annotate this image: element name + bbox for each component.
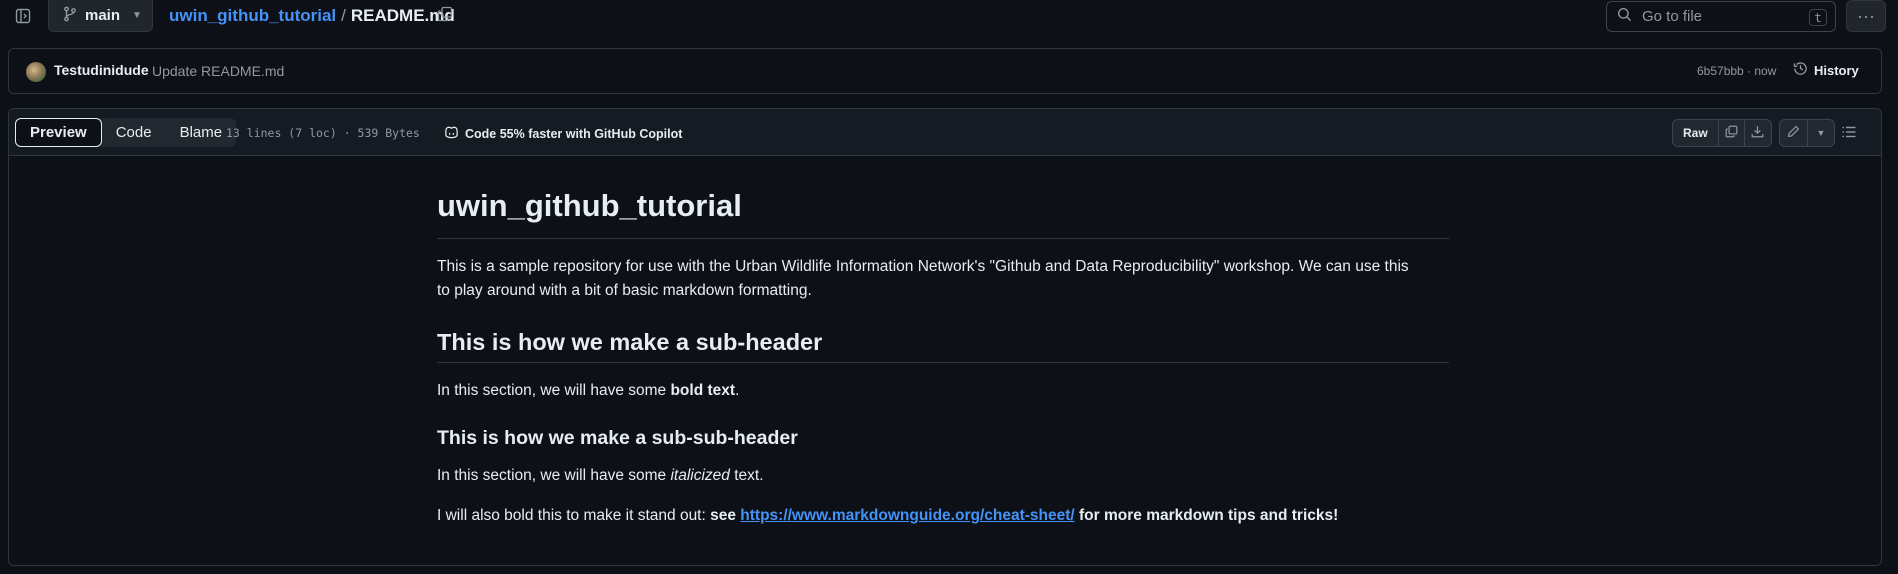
section-2-prefix: In this section, we will have some bbox=[437, 467, 671, 484]
readme-title: uwin_github_tutorial bbox=[437, 188, 1449, 239]
breadcrumb-separator: / bbox=[341, 6, 346, 25]
readme-intro: This is a sample repository for use with… bbox=[437, 255, 1449, 303]
readme-section-1: In this section, we will have some bold … bbox=[437, 379, 1449, 403]
tab-code[interactable]: Code bbox=[102, 118, 166, 147]
kebab-horizontal-icon: ··· bbox=[1857, 5, 1875, 26]
edit-file-button[interactable] bbox=[1780, 120, 1808, 146]
section-1-prefix: In this section, we will have some bbox=[437, 382, 671, 399]
edit-options-dropdown[interactable]: ▼ bbox=[1808, 120, 1834, 146]
readme-final-line: I will also bold this to make it stand o… bbox=[437, 504, 1449, 528]
copilot-label: Code 55% faster with GitHub Copilot bbox=[465, 126, 683, 141]
history-label: History bbox=[1814, 62, 1859, 78]
readme-subheader: This is how we make a sub-header bbox=[437, 329, 1449, 363]
commit-message-link[interactable]: Update README.md bbox=[152, 63, 284, 79]
outline-list-icon[interactable] bbox=[1841, 124, 1859, 142]
intro-line-1: This is a sample repository for use with… bbox=[437, 258, 1409, 275]
file-size-info: 13 lines (7 loc) · 539 Bytes bbox=[226, 126, 420, 140]
section-1-suffix: . bbox=[735, 382, 740, 399]
breadcrumb: uwin_github_tutorial / README.md bbox=[169, 6, 455, 26]
markdown-guide-link[interactable]: https://www.markdownguide.org/cheat-shee… bbox=[740, 507, 1074, 524]
go-to-file-input[interactable]: Go to file t bbox=[1606, 1, 1836, 32]
edit-actions-group: ▼ bbox=[1779, 119, 1835, 147]
git-branch-icon bbox=[63, 6, 77, 26]
tab-preview[interactable]: Preview bbox=[15, 118, 102, 147]
readme-subsubheader: This is how we make a sub-sub-header bbox=[437, 427, 798, 449]
go-to-file-placeholder: Go to file bbox=[1642, 8, 1703, 25]
top-bar: main ▼ uwin_github_tutorial / README.md … bbox=[0, 0, 1898, 34]
copy-raw-button[interactable] bbox=[1719, 120, 1745, 146]
raw-actions-group: Raw bbox=[1672, 119, 1772, 147]
branch-name: main bbox=[85, 7, 121, 24]
caret-down-icon: ▼ bbox=[132, 10, 142, 21]
branch-selector-button[interactable]: main ▼ bbox=[48, 0, 153, 32]
copilot-promo-link[interactable]: Code 55% faster with GitHub Copilot bbox=[444, 125, 682, 142]
commit-author-link[interactable]: Testudinidude bbox=[54, 62, 149, 78]
latest-commit-bar: Testudinidude Update README.md 6b57bbb ·… bbox=[8, 48, 1882, 94]
raw-button[interactable]: Raw bbox=[1673, 120, 1719, 146]
view-mode-switcher: Preview Code Blame bbox=[15, 118, 237, 147]
history-icon bbox=[1793, 61, 1808, 79]
search-icon bbox=[1617, 7, 1632, 26]
section-2-suffix: text. bbox=[729, 467, 764, 484]
readme-content: uwin_github_tutorial This is a sample re… bbox=[437, 188, 1449, 528]
copy-path-icon[interactable] bbox=[437, 6, 455, 24]
copy-icon bbox=[1725, 125, 1738, 141]
breadcrumb-repo-link[interactable]: uwin_github_tutorial bbox=[169, 6, 336, 26]
download-icon bbox=[1751, 125, 1764, 141]
avatar[interactable] bbox=[26, 62, 46, 82]
bold-text: bold text bbox=[670, 382, 736, 399]
copilot-icon bbox=[444, 125, 459, 142]
download-raw-button[interactable] bbox=[1745, 120, 1771, 146]
keyboard-shortcut-badge: t bbox=[1809, 9, 1827, 26]
final-prefix: I will also bold this to make it stand o… bbox=[437, 507, 711, 524]
italic-text: italicized bbox=[670, 467, 730, 484]
readme-section-2: In this section, we will have some itali… bbox=[437, 464, 1449, 488]
pencil-icon bbox=[1787, 125, 1800, 141]
sidebar-toggle-icon[interactable] bbox=[14, 7, 32, 25]
more-options-button[interactable]: ··· bbox=[1846, 0, 1886, 32]
intro-line-2: to play around with a bit of basic markd… bbox=[437, 282, 812, 299]
history-button[interactable]: History bbox=[1793, 61, 1859, 79]
commit-hash-time[interactable]: 6b57bbb · now bbox=[1697, 64, 1776, 78]
file-header: Preview Code Blame 13 lines (7 loc) · 53… bbox=[9, 109, 1881, 156]
triangle-down-icon: ▼ bbox=[1816, 128, 1826, 138]
final-see: see bbox=[710, 507, 741, 524]
final-suffix: for more markdown tips and tricks! bbox=[1074, 507, 1339, 524]
